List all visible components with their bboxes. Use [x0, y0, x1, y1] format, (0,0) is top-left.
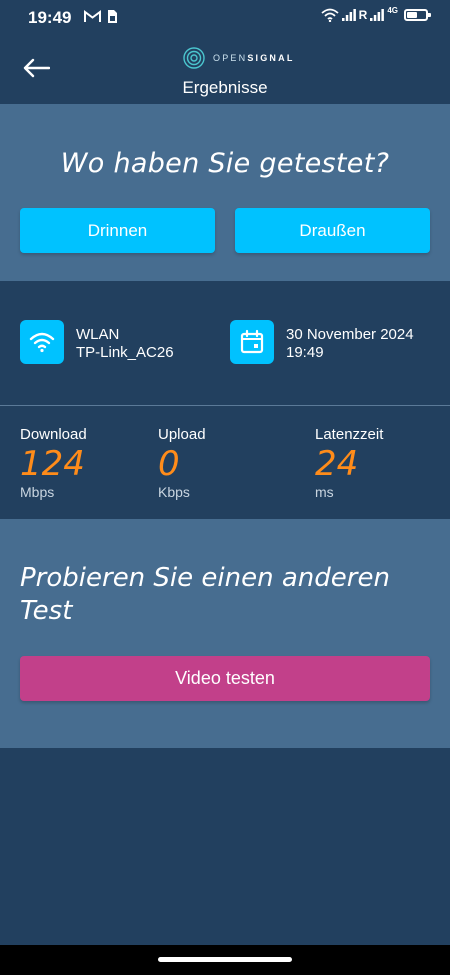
date-info: 30 November 2024 19:49 [230, 320, 414, 364]
logo-wordmark: OPENSIGNAL [213, 53, 295, 63]
battery-icon [404, 9, 431, 21]
signal-icon [370, 9, 385, 21]
calendar-tile [230, 320, 274, 364]
status-time: 19:49 [28, 8, 72, 27]
home-indicator[interactable] [158, 957, 292, 962]
upload-label: Upload [158, 426, 206, 443]
network-info: WLAN TP-Link_AC26 [20, 320, 174, 364]
latency-metric: Latenzzeit 24 ms [315, 426, 383, 500]
network-name: TP-Link_AC26 [76, 344, 174, 361]
signal-icon [341, 9, 356, 21]
network-type-label: 4G [387, 6, 398, 15]
other-test-title: Probieren Sie einen anderen Test [20, 563, 390, 626]
indoors-button[interactable]: Drinnen [20, 208, 215, 253]
location-question: Wo haben Sie getestet? [60, 148, 390, 179]
gmail-icon [84, 10, 101, 22]
upload-value: 0 [158, 444, 180, 484]
page-title: Ergebnisse [182, 78, 268, 97]
download-metric: Download 124 Mbps [20, 426, 87, 500]
latency-unit: ms [315, 484, 334, 500]
date-text: 30 November 2024 19:49 [286, 326, 414, 362]
app-header: OPENSIGNAL Ergebnisse [0, 36, 450, 104]
system-nav-bar [0, 945, 450, 975]
status-left-icons [84, 9, 118, 24]
upload-unit: Kbps [158, 484, 190, 500]
roaming-label: R [358, 8, 368, 22]
logo-suffix: SIGNAL [247, 53, 295, 63]
sim-icon [108, 10, 117, 23]
logo-prefix: OPEN [213, 53, 248, 63]
download-value: 124 [20, 444, 85, 484]
test-date: 30 November 2024 [286, 326, 414, 343]
download-label: Download [20, 426, 87, 443]
wifi-icon [321, 8, 339, 22]
download-unit: Mbps [20, 484, 55, 500]
connection-type: WLAN [76, 326, 120, 343]
outdoors-button[interactable]: Draußen [235, 208, 430, 253]
arrow-left-icon [23, 58, 50, 78]
status-bar: 19:49 R 4G [0, 0, 450, 36]
upload-metric: Upload 0 Kbps [158, 426, 206, 500]
latency-label: Latenzzeit [315, 426, 384, 443]
network-text: WLAN TP-Link_AC26 [76, 326, 174, 362]
opensignal-logo: OPENSIGNAL [183, 47, 295, 69]
video-test-button[interactable]: Video testen [20, 656, 430, 701]
wifi-tile [20, 320, 64, 364]
test-time: 19:49 [286, 344, 324, 361]
calendar-icon [240, 329, 264, 354]
connection-info: WLAN TP-Link_AC26 30 November 2024 19:49 [0, 281, 450, 405]
latency-value: 24 [315, 444, 359, 484]
status-right-icons: R 4G [321, 6, 431, 22]
location-section: Wo haben Sie getestet? Drinnen Draußen [0, 104, 450, 281]
results-section: Download 124 Mbps Upload 0 Kbps Latenzze… [0, 406, 450, 519]
other-test-section: Probieren Sie einen anderen Test Video t… [0, 519, 450, 748]
signal-rings-icon [183, 47, 205, 69]
wifi-icon [29, 332, 55, 353]
